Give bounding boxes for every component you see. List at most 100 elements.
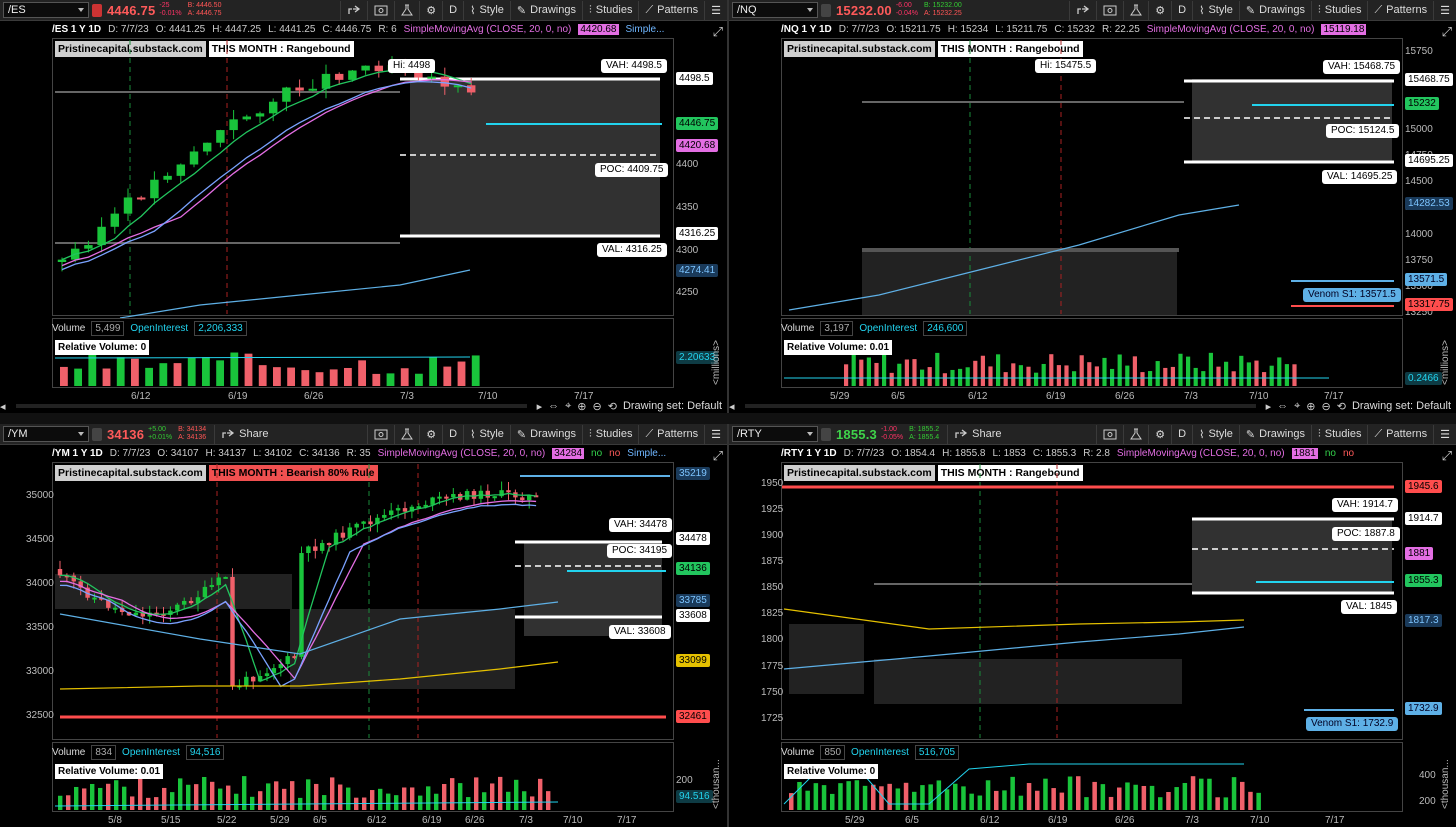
candle [485, 490, 491, 498]
chart-panel-ym: /YM 34136 +5.00 +0.01% B: 34134 A: 34136 S… [0, 424, 727, 827]
ma-badge: 1817.3 [1405, 614, 1442, 627]
expand-icon[interactable]: ⇔ [548, 400, 559, 412]
vah-badge: 34478 [676, 532, 710, 545]
candle [395, 508, 401, 511]
crosshair-icon[interactable]: ⌖ [1294, 400, 1300, 413]
candle [430, 497, 435, 505]
red-level-badge: 32461 [676, 710, 710, 723]
val-label: VAL: 1845 [1341, 600, 1397, 614]
chart-panel-rty: /RTY 1855.3 -1.00 -0.05% B: 1855.2 A: 1855… [729, 424, 1456, 827]
horizontal-scrollbar[interactable] [15, 404, 527, 408]
crosshair-icon[interactable]: ⌖ [565, 400, 571, 413]
chart-panel-es: /ES 4446.75 -25 -0.01% B: 4446.50 A: 4446.… [0, 0, 727, 413]
poc-label: POC: 15124.5 [1326, 124, 1400, 138]
candle [471, 491, 477, 499]
moving-average-line [61, 80, 472, 271]
ma-badge: 4274.41 [676, 264, 719, 277]
candle [451, 494, 456, 498]
candle [242, 116, 252, 120]
volume-profile-box [55, 574, 292, 609]
candle [216, 577, 221, 586]
volume-unit: <millions> [711, 339, 722, 385]
candle [150, 179, 159, 199]
val-label: VAL: 4316.25 [597, 243, 667, 257]
reset-zoom-icon[interactable]: ⟲ [1337, 400, 1346, 413]
candle [92, 597, 97, 600]
candle [506, 490, 511, 493]
candle [202, 586, 208, 598]
candle [136, 197, 146, 200]
candle [354, 523, 359, 528]
volume-tick: 200 [676, 775, 693, 786]
candle [295, 87, 304, 91]
reset-zoom-icon[interactable]: ⟲ [608, 400, 617, 413]
candle [84, 245, 93, 249]
horizontal-scrollbar[interactable] [744, 404, 1256, 408]
relative-volume-label: Relative Volume: 0 [784, 764, 879, 779]
candle [440, 76, 450, 87]
long-moving-average-line [119, 269, 471, 319]
moving-average-line [61, 67, 472, 261]
candle [188, 600, 194, 604]
chart-footer: ◂ ▸ ⇔ ⌖ ⊕ ⊖ ⟲ Drawing set: Default [0, 399, 727, 413]
candle [368, 521, 373, 525]
scroll-left-icon[interactable]: ◂ [0, 400, 6, 413]
candle [319, 543, 325, 551]
zoom-in-icon[interactable]: ⊕ [577, 400, 586, 413]
candle [374, 65, 384, 72]
vah-label: VAH: 34478 [609, 518, 673, 532]
candle [427, 76, 436, 79]
candle [444, 496, 449, 499]
candle [202, 142, 212, 152]
sma-badge: 1881 [1405, 547, 1434, 560]
candle [437, 496, 442, 499]
candle [466, 85, 476, 93]
val-label: VAL: 14695.25 [1322, 170, 1398, 184]
volume-tick: 400 [1419, 770, 1436, 781]
candle [313, 546, 318, 551]
candle [230, 576, 235, 686]
candle [255, 113, 265, 117]
scroll-left-icon[interactable]: ◂ [729, 400, 735, 413]
venom-badge: 1732.9 [1405, 702, 1442, 715]
high-label: Hi: 15475.5 [1035, 59, 1097, 73]
candle [244, 676, 249, 686]
candle [216, 130, 225, 143]
candle [123, 197, 133, 214]
ma-badge: 33785 [676, 594, 710, 607]
drawing-set-label[interactable]: Drawing set: Default [623, 400, 722, 412]
candle [334, 73, 344, 80]
candle [348, 70, 357, 80]
candle [57, 569, 63, 576]
value-area-box [1192, 79, 1392, 162]
candle [285, 656, 290, 665]
relative-volume-label: Relative Volume: 0 [55, 340, 150, 355]
expand-icon[interactable]: ⇔ [1277, 400, 1288, 412]
poc-label: POC: 4409.75 [595, 163, 669, 177]
zoom-out-icon[interactable]: ⊖ [593, 400, 602, 413]
candle [163, 175, 172, 180]
candle [176, 164, 186, 176]
venom-label: Venom S1: 13571.5 [1303, 288, 1401, 302]
candle [57, 259, 67, 262]
zoom-out-icon[interactable]: ⊖ [1322, 400, 1331, 413]
volume-unit: <thousan... [711, 759, 722, 809]
candle [181, 600, 187, 605]
volume-header: Volume 5,499 OpenInterest 2,206,333 [52, 320, 247, 336]
val-label: VAL: 33608 [609, 625, 671, 639]
high-label: Hi: 4498 [388, 59, 436, 73]
vah-label: VAH: 4498.5 [601, 59, 667, 73]
candle [382, 514, 387, 518]
horizontal-divider[interactable] [0, 413, 1456, 424]
candle [340, 532, 346, 538]
poc-label: POC: 1887.8 [1332, 527, 1400, 541]
drawing-set-label[interactable]: Drawing set: Default [1352, 400, 1451, 412]
zoom-in-icon[interactable]: ⊕ [1306, 400, 1315, 413]
candle [308, 88, 318, 91]
vah-badge: 15468.75 [1405, 73, 1453, 86]
val-badge: 14695.25 [1405, 154, 1453, 167]
long-ma-badge: 33099 [676, 654, 710, 667]
scroll-right-icon[interactable]: ▸ [537, 400, 543, 413]
scroll-right-icon[interactable]: ▸ [1266, 400, 1272, 413]
candle [250, 676, 256, 682]
